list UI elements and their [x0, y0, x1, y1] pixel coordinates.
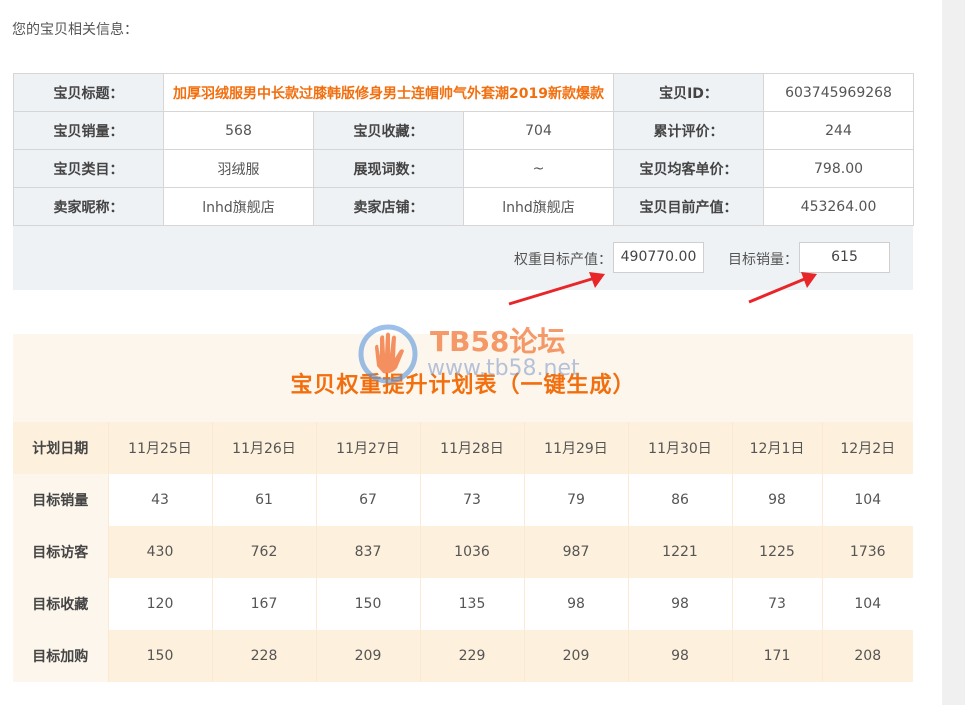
info-row: 卖家昵称： lnhd旗舰店 卖家店铺： lnhd旗舰店 宝贝目前产值： 453264.00	[13, 187, 915, 226]
plan-cell: 73	[731, 578, 822, 630]
weight-target-label: 权重目标产值：	[514, 252, 612, 268]
intro-text: 您的宝贝相关信息：	[12, 22, 138, 38]
info-value: lnhd旗舰店	[462, 187, 615, 226]
info-label: 宝贝均客单价：	[613, 149, 765, 188]
plan-cell: 1221	[627, 526, 732, 578]
info-value: ~	[462, 149, 615, 188]
info-value: 603745969268	[763, 73, 915, 112]
info-value: 453264.00	[763, 187, 915, 226]
plan-header-row: 计划日期 11月25日 11月26日 11月27日 11月28日 11月29日 11月30日…	[13, 422, 913, 474]
plan-cell: 1225	[731, 526, 822, 578]
info-value: 798.00	[763, 149, 915, 188]
plan-cell: 79	[523, 474, 628, 526]
plan-header-label: 计划日期	[13, 422, 108, 474]
info-label: 宝贝类目：	[13, 149, 164, 188]
info-row: 宝贝标题： 加厚羽绒服男中长款过膝韩版修身男士连帽帅气外套潮2019新款爆款 宝贝I…	[13, 73, 915, 112]
plan-cell: 43	[107, 474, 212, 526]
plan-section: 宝贝权重提升计划表（一键生成） 计划日期 11月25日 11月26日 11月27日 11…	[13, 334, 913, 682]
plan-cell: 167	[211, 578, 316, 630]
plan-cell: 98	[627, 578, 732, 630]
plan-cell: 86	[627, 474, 732, 526]
plan-cell: 430	[107, 526, 212, 578]
plan-date: 11月28日	[419, 422, 524, 474]
info-value: 568	[163, 111, 314, 150]
plan-row: 目标访客 430 762 837 1036 987 1221 1225 1736	[13, 526, 913, 578]
info-value: 羽绒服	[163, 149, 314, 188]
plan-row: 目标加购 150 228 209 229 209 98 171 208	[13, 630, 913, 682]
info-row: 宝贝类目： 羽绒服 展现词数： ~ 宝贝均客单价： 798.00	[13, 149, 915, 188]
info-label: 累计评价：	[613, 111, 765, 150]
plan-cell: 73	[419, 474, 524, 526]
plan-date: 11月27日	[315, 422, 420, 474]
info-value: 704	[462, 111, 615, 150]
info-row: 宝贝销量： 568 宝贝收藏： 704 累计评价： 244	[13, 111, 915, 150]
plan-cell: 135	[419, 578, 524, 630]
plan-date: 11月30日	[627, 422, 732, 474]
product-title: 加厚羽绒服男中长款过膝韩版修身男士连帽帅气外套潮2019新款爆款	[162, 73, 615, 112]
plan-row-label: 目标销量	[32, 493, 89, 509]
sales-target-label: 目标销量：	[728, 252, 798, 268]
sales-target-value[interactable]: 615	[799, 242, 890, 273]
plan-cell: 229	[419, 630, 524, 682]
plan-date: 12月1日	[731, 422, 822, 474]
plan-row-label: 目标收藏	[32, 597, 89, 613]
plan-cell: 98	[627, 630, 732, 682]
info-value: lnhd旗舰店	[163, 187, 314, 226]
plan-cell: 837	[315, 526, 420, 578]
plan-row-label: 目标访客	[32, 545, 89, 561]
info-label: 卖家店铺：	[313, 187, 464, 226]
plan-row: 目标销量 43 61 67 73 79 86 98 104	[13, 474, 913, 526]
plan-cell: 150	[107, 630, 212, 682]
plan-cell: 98	[731, 474, 822, 526]
target-bar: 权重目标产值： 490770.00 目标销量： 615	[13, 226, 913, 290]
info-label: 宝贝收藏：	[313, 111, 464, 150]
weight-target-value[interactable]: 490770.00	[613, 242, 704, 273]
plan-cell: 228	[211, 630, 316, 682]
plan-cell: 67	[315, 474, 420, 526]
info-label: 宝贝目前产值：	[613, 187, 765, 226]
plan-cell: 1036	[419, 526, 524, 578]
plan-cell: 61	[211, 474, 316, 526]
plan-cell: 150	[315, 578, 420, 630]
plan-cell: 987	[523, 526, 628, 578]
plan-cell: 208	[821, 630, 913, 682]
plan-date: 11月26日	[211, 422, 316, 474]
plan-cell: 120	[107, 578, 212, 630]
info-label: 宝贝标题：	[13, 73, 164, 112]
info-label: 宝贝销量：	[13, 111, 164, 150]
plan-cell: 171	[731, 630, 822, 682]
plan-row-label: 目标加购	[32, 649, 89, 665]
plan-date: 11月29日	[523, 422, 628, 474]
plan-table: 计划日期 11月25日 11月26日 11月27日 11月28日 11月29日 11月30日…	[13, 422, 913, 682]
plan-cell: 1736	[821, 526, 913, 578]
plan-cell: 209	[523, 630, 628, 682]
plan-cell: 104	[821, 578, 913, 630]
plan-date: 12月2日	[821, 422, 913, 474]
plan-cell: 209	[315, 630, 420, 682]
info-label: 展现词数：	[313, 149, 464, 188]
plan-cell: 762	[211, 526, 316, 578]
plan-cell: 98	[523, 578, 628, 630]
plan-cell: 104	[821, 474, 913, 526]
plan-title: 宝贝权重提升计划表（一键生成）	[290, 373, 636, 398]
plan-date: 11月25日	[107, 422, 212, 474]
plan-row: 目标收藏 120 167 150 135 98 98 73 104	[13, 578, 913, 630]
info-label: 宝贝ID：	[613, 73, 765, 112]
info-label: 卖家昵称：	[13, 187, 164, 226]
product-info-table: 宝贝标题： 加厚羽绒服男中长款过膝韩版修身男士连帽帅气外套潮2019新款爆款 宝贝I…	[13, 73, 915, 226]
right-scroll-strip	[942, 0, 965, 705]
info-value: 244	[763, 111, 915, 150]
